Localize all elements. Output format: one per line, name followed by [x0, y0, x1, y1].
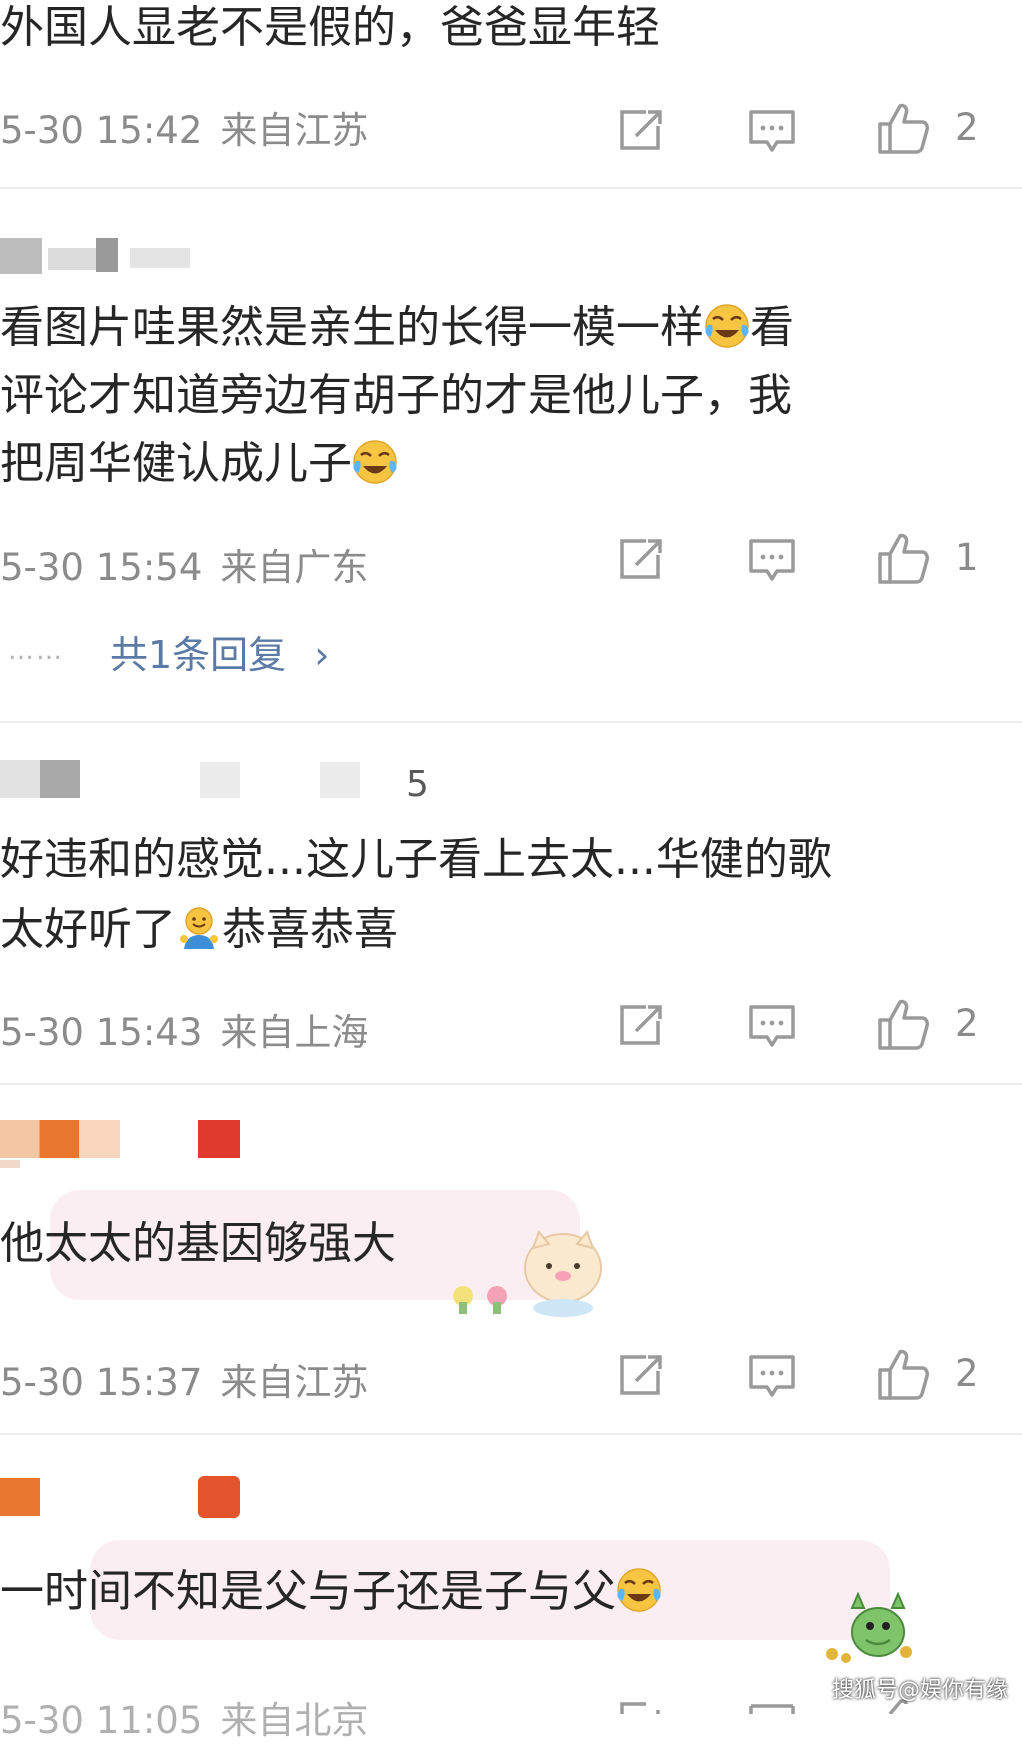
comment-location: 来自北京 [220, 1699, 369, 1742]
divider [0, 187, 1022, 189]
divider [0, 1083, 1022, 1085]
comment-line: 把周华健认成儿子 [0, 438, 352, 489]
avatar [0, 1120, 120, 1158]
comment-line: 看图片哇果然是亲生的长得一模一样 [0, 302, 704, 353]
share-icon[interactable] [616, 108, 664, 152]
username-blur [96, 238, 118, 272]
comment-location: 来自江苏 [220, 109, 369, 152]
avatar [0, 238, 42, 274]
comment-location: 来自江苏 [220, 1361, 369, 1404]
comment-meta: 5-30 15:37 来自江苏 [0, 1352, 368, 1406]
comment-text: 一时间不知是父与子还是子与父 [0, 1558, 662, 1626]
comment-line: 太好听了 [0, 904, 176, 955]
comment-icon[interactable] [747, 537, 797, 585]
comment-line: 恭喜恭喜 [222, 904, 398, 955]
comment-location: 来自广东 [220, 546, 369, 589]
comment-time: 5-30 11:05 [0, 1699, 203, 1742]
share-icon[interactable] [616, 537, 664, 581]
comment-icon[interactable] [747, 1353, 797, 1401]
username-blur [198, 1120, 240, 1158]
like-icon[interactable] [876, 996, 932, 1052]
avatar [0, 760, 80, 798]
comment-location: 来自上海 [220, 1011, 369, 1054]
username-fragment: 5 [406, 764, 429, 805]
username-blur [130, 248, 190, 268]
like-icon[interactable] [876, 1346, 932, 1402]
laugh-cry-emoji [705, 304, 749, 348]
username-blur [48, 248, 98, 270]
comment-meta: 5-30 15:42 来自江苏 [0, 100, 368, 154]
laugh-cry-emoji [617, 1568, 661, 1612]
dragon-sticker [822, 1588, 922, 1666]
like-count: 1 [955, 536, 979, 579]
comment-icon[interactable] [747, 1702, 797, 1714]
comment-text: 他太太的基因够强大 [0, 1218, 396, 1269]
avatar [0, 1478, 40, 1516]
comment-line: 评论才知道旁边有胡子的才是他儿子，我 [0, 370, 792, 421]
chevron-right-icon: › [314, 633, 330, 677]
like-icon[interactable] [876, 530, 932, 586]
like-icon[interactable] [876, 100, 932, 156]
comment-line: 看 [750, 302, 794, 353]
comment-meta: 5-30 15:54 来自广东 [0, 537, 368, 591]
like-count: 2 [955, 1352, 979, 1395]
divider [0, 1433, 1022, 1435]
comment-text: 太好听了 恭喜恭喜 [0, 896, 398, 964]
like-count: 2 [955, 106, 979, 149]
comment-line: 好违和的感觉...这儿子看上去太...华健的歌 [0, 834, 832, 885]
comment-time: 5-30 15:37 [0, 1361, 203, 1404]
username-blur [0, 1160, 20, 1168]
watermark: 搜狐号@娱你有缘 [831, 1678, 1008, 1703]
username-blur [200, 762, 240, 798]
username-blur [320, 762, 360, 798]
like-count: 2 [955, 1002, 979, 1045]
comment-meta: 5-30 11:05 来自北京 [0, 1690, 368, 1744]
cat-sticker [445, 1226, 605, 1318]
divider [0, 721, 1022, 723]
happy-face-emoji [180, 907, 218, 949]
share-icon[interactable] [616, 1003, 664, 1047]
comment-icon[interactable] [747, 108, 797, 156]
laugh-cry-emoji [353, 440, 397, 484]
view-replies-link[interactable]: 共1条回复 › [110, 624, 329, 679]
comment-meta: 5-30 15:43 来自上海 [0, 1002, 368, 1056]
comment-icon[interactable] [747, 1003, 797, 1051]
share-icon[interactable] [616, 1353, 664, 1397]
reply-link-label: 共1条回复 [110, 633, 287, 677]
comment-time: 5-30 15:42 [0, 109, 203, 152]
comment-text: 外国人显老不是假的，爸爸显年轻 [0, 2, 660, 53]
comment-text: 把周华健认成儿子 [0, 430, 398, 498]
comment-time: 5-30 15:54 [0, 546, 203, 589]
reply-dots: …… [8, 636, 64, 666]
comment-line: 一时间不知是父与子还是子与父 [0, 1566, 616, 1617]
username-blur [198, 1476, 240, 1518]
share-icon[interactable] [616, 1700, 664, 1714]
comment-text: 看图片哇果然是亲生的长得一模一样看 [0, 294, 794, 362]
comment-time: 5-30 15:43 [0, 1011, 203, 1054]
